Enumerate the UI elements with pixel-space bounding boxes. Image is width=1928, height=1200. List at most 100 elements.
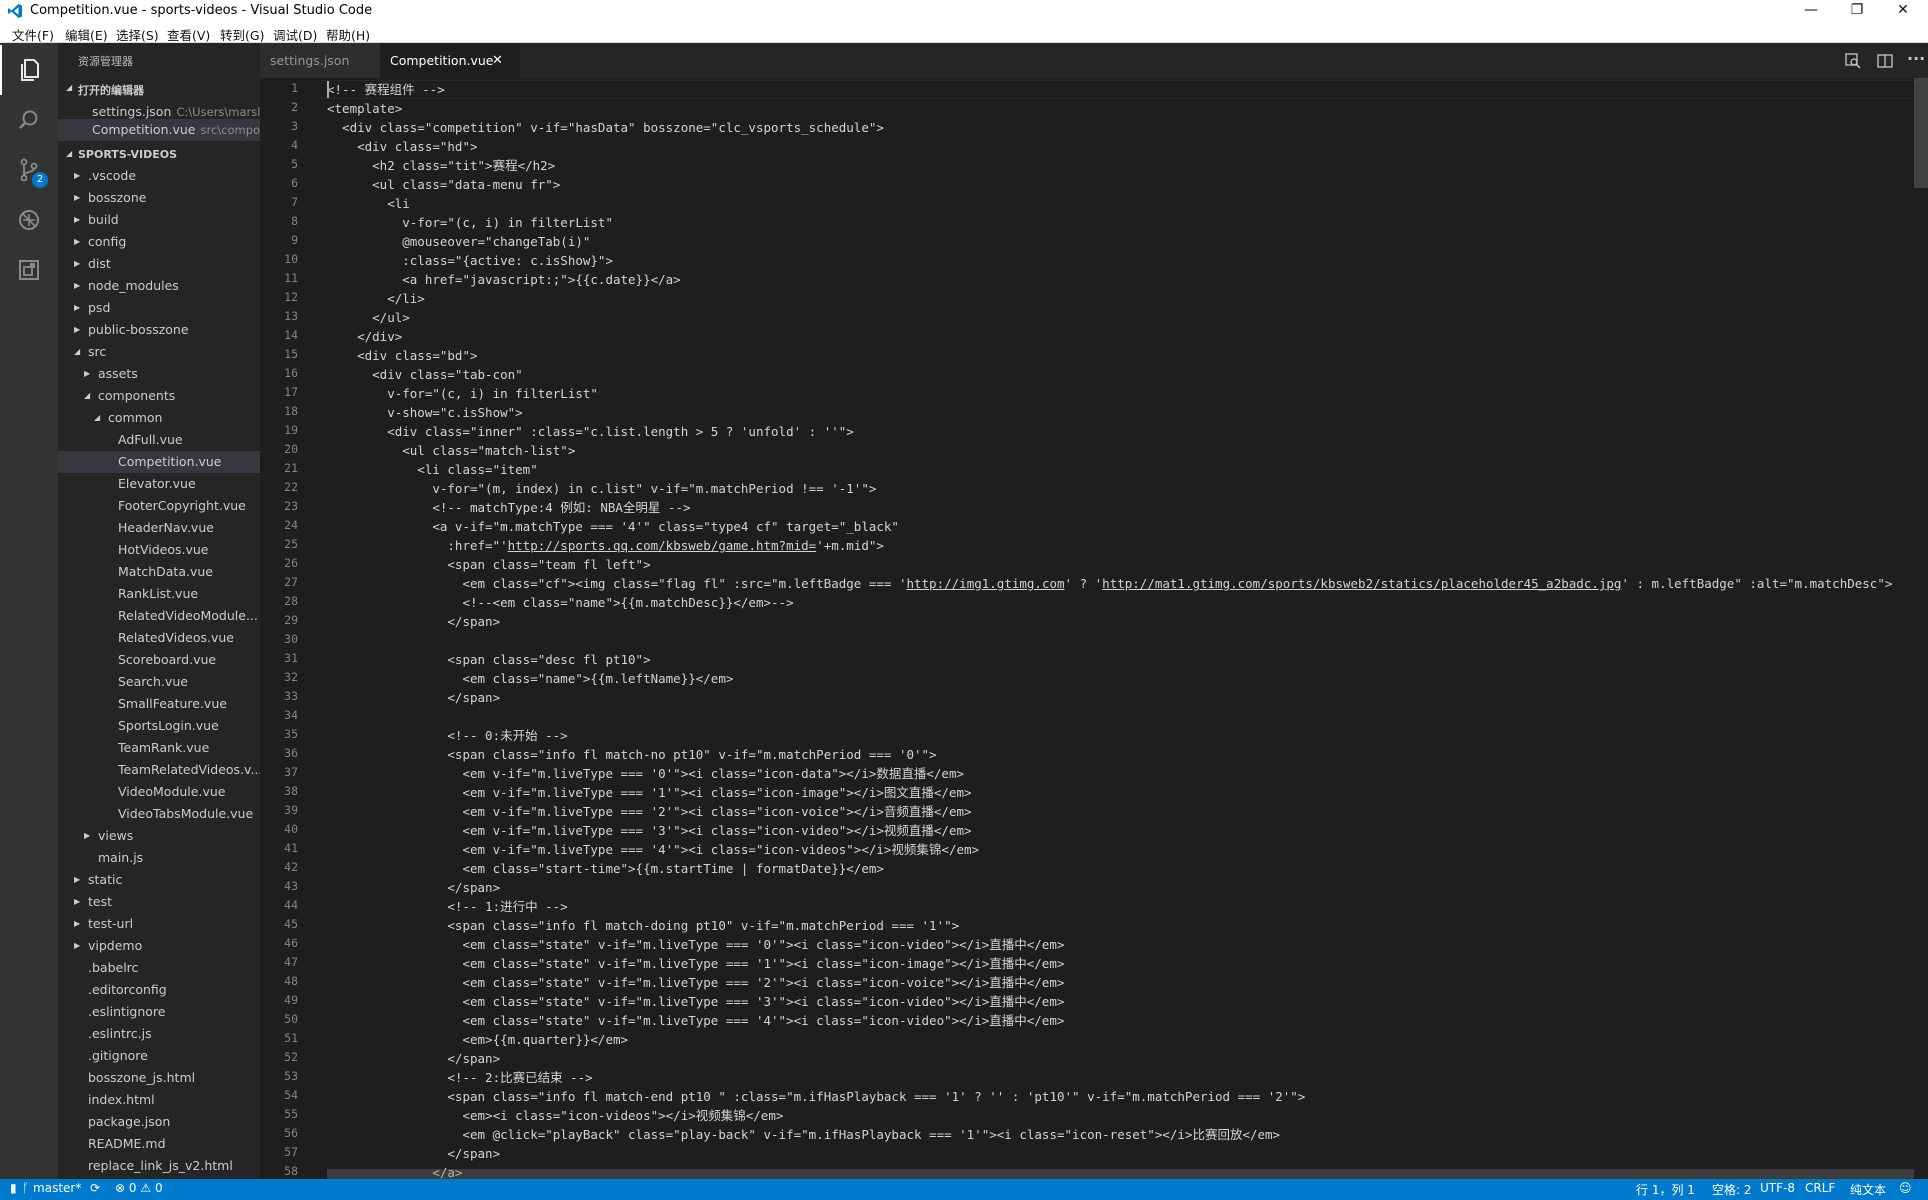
code-line[interactable]: <!-- 1:进行中 --> — [327, 897, 567, 916]
line-ending[interactable]: CRLF — [1805, 1181, 1835, 1195]
code-line[interactable]: </span> — [327, 1144, 500, 1163]
code-line[interactable]: <em class="state" v-if="m.liveType === '… — [327, 954, 1064, 973]
code-line[interactable]: <span class="info fl match-end pt10 " :c… — [327, 1087, 1305, 1106]
code-link[interactable]: http://mat1.gtimg.com/sports/kbsweb2/sta… — [1102, 576, 1621, 591]
code-line[interactable]: <div class="hd"> — [327, 137, 477, 156]
tree-folder[interactable]: ◢ common — [58, 407, 260, 429]
code-line[interactable]: <!-- 赛程组件 --> — [327, 80, 445, 99]
more-actions-icon[interactable]: ··· — [1907, 49, 1925, 68]
menu-debug[interactable]: 调试(D) — [273, 25, 317, 44]
menu-goto[interactable]: 转到(G) — [220, 25, 264, 44]
cursor-position[interactable]: 行 1，列 1 — [1636, 1181, 1695, 1198]
remote-indicator-icon[interactable]: ▮ — [10, 1181, 17, 1195]
split-editor-icon[interactable] — [1877, 53, 1893, 69]
tree-file[interactable]: RelatedVideoModule... — [58, 605, 260, 627]
code-line[interactable]: <!-- 0:未开始 --> — [327, 726, 567, 745]
code-line[interactable]: v-show="c.isShow"> — [327, 403, 522, 422]
tree-file[interactable]: AdFull.vue — [58, 429, 260, 451]
code-link[interactable]: http://img1.gtimg.com — [906, 576, 1064, 591]
tree-file[interactable]: SmallFeature.vue — [58, 693, 260, 715]
tree-file[interactable]: MatchData.vue — [58, 561, 260, 583]
tree-folder[interactable]: ▶ views — [58, 825, 260, 847]
debug-icon[interactable] — [0, 195, 58, 245]
code-line[interactable]: <div class="bd"> — [327, 346, 477, 365]
code-line[interactable]: <span class="info fl match-no pt10" v-if… — [327, 745, 936, 764]
tree-file[interactable]: Elevator.vue — [58, 473, 260, 495]
scrollbar-thumb[interactable] — [1914, 78, 1928, 188]
tree-folder[interactable]: ▶ node_modules — [58, 275, 260, 297]
encoding[interactable]: UTF-8 — [1760, 1181, 1795, 1195]
tree-folder[interactable]: ▶ vipdemo — [58, 935, 260, 957]
menu-file[interactable]: 文件(F) — [12, 25, 54, 44]
code-line[interactable]: <div class="inner" :class="c.list.length… — [327, 422, 854, 441]
extensions-icon[interactable] — [0, 245, 58, 295]
code-line[interactable]: <div class="tab-con" — [327, 365, 523, 384]
branch-indicator[interactable]: ᚴ master* — [22, 1181, 81, 1195]
code-line[interactable]: <em class="state" v-if="m.liveType === '… — [327, 992, 1064, 1011]
open-editors-header[interactable]: ◢ 打开的编辑器 — [58, 79, 260, 99]
project-header[interactable]: ◢ SPORTS-VIDEOS — [58, 145, 260, 165]
code-line[interactable]: <em v-if="m.liveType === '1'"><i class="… — [327, 783, 971, 802]
code-line[interactable]: <em v-if="m.liveType === '3'"><i class="… — [327, 821, 971, 840]
code-line[interactable]: </ul> — [327, 308, 410, 327]
tab-competition-vue[interactable]: Competition.vue ✕ — [380, 43, 520, 78]
tree-file[interactable]: index.html — [58, 1089, 260, 1111]
tree-file[interactable]: VideoTabsModule.vue — [58, 803, 260, 825]
tree-file[interactable]: TeamRelatedVideos.v... — [58, 759, 260, 781]
code-line[interactable]: <span class="desc fl pt10"> — [327, 650, 650, 669]
search-icon[interactable] — [0, 95, 58, 145]
tree-folder[interactable]: ▶ .vscode — [58, 165, 260, 187]
code-line[interactable]: <em class="state" v-if="m.liveType === '… — [327, 1011, 1064, 1030]
tree-file[interactable]: FooterCopyright.vue — [58, 495, 260, 517]
code-line[interactable]: <a v-if="m.matchType === '4'" class="typ… — [327, 517, 899, 536]
code-line[interactable]: v-for="(m, index) in c.list" v-if="m.mat… — [327, 479, 876, 498]
menu-selection[interactable]: 选择(S) — [116, 25, 159, 44]
explorer-icon[interactable] — [0, 45, 58, 95]
tree-file[interactable]: bosszone_js.html — [58, 1067, 260, 1089]
language-mode[interactable]: 纯文本 — [1850, 1181, 1886, 1198]
code-link[interactable]: http://sports.qq.com/kbsweb/game.htm?mid… — [508, 538, 817, 553]
code-line[interactable]: v-for="(c, i) in filterList" — [327, 213, 613, 232]
code-line[interactable]: <em v-if="m.liveType === '4'"><i class="… — [327, 840, 979, 859]
tree-file[interactable]: VideoModule.vue — [58, 781, 260, 803]
tree-file[interactable]: RankList.vue — [58, 583, 260, 605]
open-editor-item[interactable]: Competition.vuesrc\compo... — [58, 119, 260, 141]
menu-edit[interactable]: 编辑(E) — [65, 25, 108, 44]
tree-file[interactable]: .babelrc — [58, 957, 260, 979]
tree-file[interactable]: .editorconfig — [58, 979, 260, 1001]
close-tab-icon[interactable]: ✕ — [492, 43, 503, 78]
code-line[interactable]: v-for="(c, i) in filterList" — [327, 384, 598, 403]
code-line[interactable]: :href="'http://sports.qq.com/kbsweb/game… — [327, 536, 884, 555]
vertical-scrollbar[interactable] — [1914, 78, 1928, 1179]
code-line[interactable]: <ul class="match-list"> — [327, 441, 575, 460]
code-line[interactable]: <em v-if="m.liveType === '2'"><i class="… — [327, 802, 971, 821]
tree-file[interactable]: RelatedVideos.vue — [58, 627, 260, 649]
code-line[interactable]: <em class="cf"><img class="flag fl" :src… — [327, 574, 1892, 593]
sync-icon[interactable]: ⟳ — [90, 1181, 100, 1195]
tree-file[interactable]: HotVideos.vue — [58, 539, 260, 561]
code-area[interactable]: <!-- 赛程组件 --> <template> <div class="comp… — [327, 78, 1928, 1179]
tree-folder[interactable]: ▶ public-bosszone — [58, 319, 260, 341]
code-line[interactable]: <ul class="data-menu fr"> — [327, 175, 560, 194]
code-line[interactable]: <em class="state" v-if="m.liveType === '… — [327, 935, 1064, 954]
code-line[interactable]: <em><i class="icon-videos"></i>视频集锦</em> — [327, 1106, 783, 1125]
code-line[interactable]: </span> — [327, 878, 500, 897]
code-line[interactable]: <!-- matchType:4 例如: NBA全明星 --> — [327, 498, 690, 517]
code-line[interactable]: <template> — [327, 99, 402, 118]
horizontal-scrollbar[interactable] — [327, 1169, 1914, 1179]
code-line[interactable]: </div> — [327, 327, 402, 346]
source-control-icon[interactable]: 2 — [0, 145, 58, 195]
tree-file[interactable]: .eslintrc.js — [58, 1023, 260, 1045]
tree-folder[interactable]: ▶ test — [58, 891, 260, 913]
tree-folder[interactable]: ◢ src — [58, 341, 260, 363]
code-line[interactable]: <span class="info fl match-doing pt10" v… — [327, 916, 959, 935]
smiley-icon[interactable]: ☺ — [1899, 1181, 1912, 1195]
code-line[interactable]: </span> — [327, 612, 500, 631]
tree-folder[interactable]: ▶ static — [58, 869, 260, 891]
tree-file[interactable]: Scoreboard.vue — [58, 649, 260, 671]
tree-folder[interactable]: ▶ assets — [58, 363, 260, 385]
tree-folder[interactable]: ▶ config — [58, 231, 260, 253]
code-line[interactable]: <em class="state" v-if="m.liveType === '… — [327, 973, 1064, 992]
code-line[interactable]: </li> — [327, 289, 425, 308]
tree-folder[interactable]: ◢ components — [58, 385, 260, 407]
